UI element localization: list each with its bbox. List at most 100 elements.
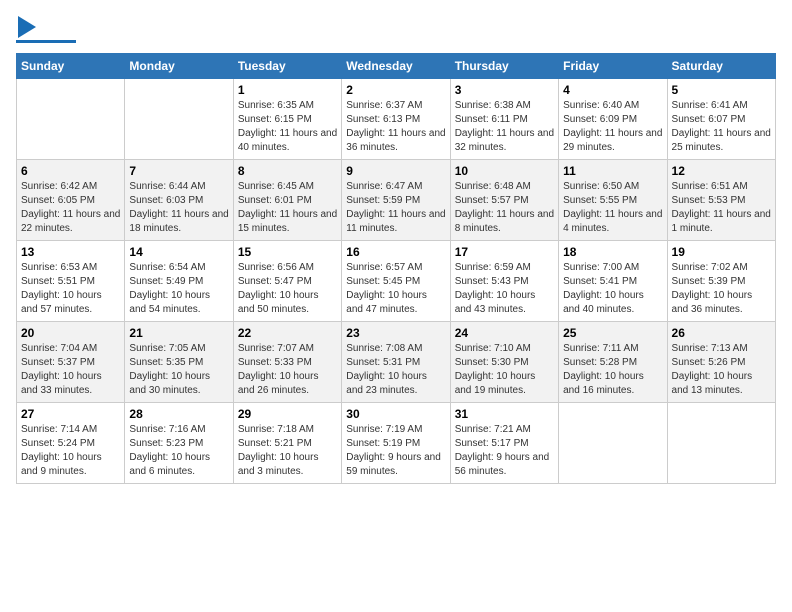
day-number: 19 (672, 245, 771, 259)
day-info: Sunrise: 7:19 AMSunset: 5:19 PMDaylight:… (346, 423, 445, 479)
calendar-cell: 19 Sunrise: 7:02 AMSunset: 5:39 PMDayligh… (667, 241, 775, 322)
calendar-cell: 22 Sunrise: 7:07 AMSunset: 5:33 PMDayligh… (233, 322, 341, 403)
day-info: Sunrise: 7:21 AMSunset: 5:17 PMDaylight:… (455, 423, 554, 479)
weekday-header-friday: Friday (559, 54, 667, 79)
calendar-cell: 16 Sunrise: 6:57 AMSunset: 5:45 PMDayligh… (342, 241, 450, 322)
calendar-cell: 15 Sunrise: 6:56 AMSunset: 5:47 PMDayligh… (233, 241, 341, 322)
calendar-cell: 7 Sunrise: 6:44 AMSunset: 6:03 PMDaylight… (125, 160, 233, 241)
day-number: 21 (129, 326, 228, 340)
day-number: 15 (238, 245, 337, 259)
day-number: 1 (238, 83, 337, 97)
calendar-cell: 30 Sunrise: 7:19 AMSunset: 5:19 PMDayligh… (342, 403, 450, 484)
day-number: 13 (21, 245, 120, 259)
day-number: 10 (455, 164, 554, 178)
day-number: 6 (21, 164, 120, 178)
day-info: Sunrise: 6:51 AMSunset: 5:53 PMDaylight:… (672, 180, 771, 236)
calendar-cell: 11 Sunrise: 6:50 AMSunset: 5:55 PMDayligh… (559, 160, 667, 241)
calendar-cell: 23 Sunrise: 7:08 AMSunset: 5:31 PMDayligh… (342, 322, 450, 403)
calendar-cell: 3 Sunrise: 6:38 AMSunset: 6:11 PMDaylight… (450, 79, 558, 160)
day-number: 22 (238, 326, 337, 340)
calendar-cell: 28 Sunrise: 7:16 AMSunset: 5:23 PMDayligh… (125, 403, 233, 484)
day-number: 27 (21, 407, 120, 421)
logo (16, 16, 76, 43)
weekday-header-monday: Monday (125, 54, 233, 79)
day-info: Sunrise: 7:02 AMSunset: 5:39 PMDaylight:… (672, 261, 771, 317)
day-info: Sunrise: 7:16 AMSunset: 5:23 PMDaylight:… (129, 423, 228, 479)
calendar-cell: 2 Sunrise: 6:37 AMSunset: 6:13 PMDaylight… (342, 79, 450, 160)
day-number: 31 (455, 407, 554, 421)
day-info: Sunrise: 7:08 AMSunset: 5:31 PMDaylight:… (346, 342, 445, 398)
calendar-row-3: 20 Sunrise: 7:04 AMSunset: 5:37 PMDayligh… (17, 322, 776, 403)
calendar-row-2: 13Sunrise: 6:53 AMSunset: 5:51 PMDayligh… (17, 241, 776, 322)
day-number: 28 (129, 407, 228, 421)
weekday-header-sunday: Sunday (17, 54, 125, 79)
calendar-cell: 13Sunrise: 6:53 AMSunset: 5:51 PMDayligh… (17, 241, 125, 322)
day-info: Sunrise: 6:44 AMSunset: 6:03 PMDaylight:… (129, 180, 228, 236)
calendar-cell: 27 Sunrise: 7:14 AMSunset: 5:24 PMDayligh… (17, 403, 125, 484)
day-info: Sunrise: 7:18 AMSunset: 5:21 PMDaylight:… (238, 423, 337, 479)
day-info: Sunrise: 6:48 AMSunset: 5:57 PMDaylight:… (455, 180, 554, 236)
day-number: 9 (346, 164, 445, 178)
calendar-table: SundayMondayTuesdayWednesdayThursdayFrid… (16, 53, 776, 484)
day-number: 26 (672, 326, 771, 340)
day-info: Sunrise: 6:41 AMSunset: 6:07 PMDaylight:… (672, 99, 771, 155)
calendar-cell: 25 Sunrise: 7:11 AMSunset: 5:28 PMDayligh… (559, 322, 667, 403)
calendar-cell: 6 Sunrise: 6:42 AMSunset: 6:05 PMDaylight… (17, 160, 125, 241)
day-info: Sunrise: 6:40 AMSunset: 6:09 PMDaylight:… (563, 99, 662, 155)
calendar-cell: 26 Sunrise: 7:13 AMSunset: 5:26 PMDayligh… (667, 322, 775, 403)
day-info: Sunrise: 6:50 AMSunset: 5:55 PMDaylight:… (563, 180, 662, 236)
day-info: Sunrise: 6:59 AMSunset: 5:43 PMDaylight:… (455, 261, 554, 317)
day-info: Sunrise: 6:38 AMSunset: 6:11 PMDaylight:… (455, 99, 554, 155)
logo-arrow-icon (18, 16, 36, 38)
calendar-cell: 1 Sunrise: 6:35 AMSunset: 6:15 PMDaylight… (233, 79, 341, 160)
day-number: 30 (346, 407, 445, 421)
day-number: 17 (455, 245, 554, 259)
day-info: Sunrise: 6:47 AMSunset: 5:59 PMDaylight:… (346, 180, 445, 236)
day-info: Sunrise: 7:04 AMSunset: 5:37 PMDaylight:… (21, 342, 120, 398)
day-info: Sunrise: 6:54 AMSunset: 5:49 PMDaylight:… (129, 261, 228, 317)
day-number: 18 (563, 245, 662, 259)
calendar-cell: 5 Sunrise: 6:41 AMSunset: 6:07 PMDaylight… (667, 79, 775, 160)
day-number: 16 (346, 245, 445, 259)
day-info: Sunrise: 7:07 AMSunset: 5:33 PMDaylight:… (238, 342, 337, 398)
day-number: 5 (672, 83, 771, 97)
logo-line (16, 40, 76, 43)
day-number: 2 (346, 83, 445, 97)
day-info: Sunrise: 7:10 AMSunset: 5:30 PMDaylight:… (455, 342, 554, 398)
day-number: 14 (129, 245, 228, 259)
calendar-cell: 24 Sunrise: 7:10 AMSunset: 5:30 PMDayligh… (450, 322, 558, 403)
page-header (16, 16, 776, 43)
day-number: 11 (563, 164, 662, 178)
day-number: 3 (455, 83, 554, 97)
day-info: Sunrise: 6:37 AMSunset: 6:13 PMDaylight:… (346, 99, 445, 155)
day-info: Sunrise: 6:42 AMSunset: 6:05 PMDaylight:… (21, 180, 120, 236)
day-number: 20 (21, 326, 120, 340)
day-info: Sunrise: 6:57 AMSunset: 5:45 PMDaylight:… (346, 261, 445, 317)
day-number: 24 (455, 326, 554, 340)
day-info: Sunrise: 7:14 AMSunset: 5:24 PMDaylight:… (21, 423, 120, 479)
day-info: Sunrise: 6:35 AMSunset: 6:15 PMDaylight:… (238, 99, 337, 155)
calendar-cell (125, 79, 233, 160)
calendar-cell: 31 Sunrise: 7:21 AMSunset: 5:17 PMDayligh… (450, 403, 558, 484)
calendar-cell: 21 Sunrise: 7:05 AMSunset: 5:35 PMDayligh… (125, 322, 233, 403)
calendar-cell: 10 Sunrise: 6:48 AMSunset: 5:57 PMDayligh… (450, 160, 558, 241)
day-number: 23 (346, 326, 445, 340)
calendar-cell: 8Sunrise: 6:45 AMSunset: 6:01 PMDaylight… (233, 160, 341, 241)
calendar-row-4: 27 Sunrise: 7:14 AMSunset: 5:24 PMDayligh… (17, 403, 776, 484)
weekday-header-row: SundayMondayTuesdayWednesdayThursdayFrid… (17, 54, 776, 79)
day-info: Sunrise: 7:13 AMSunset: 5:26 PMDaylight:… (672, 342, 771, 398)
calendar-cell: 14 Sunrise: 6:54 AMSunset: 5:49 PMDayligh… (125, 241, 233, 322)
day-info: Sunrise: 7:05 AMSunset: 5:35 PMDaylight:… (129, 342, 228, 398)
calendar-cell (667, 403, 775, 484)
calendar-cell: 12Sunrise: 6:51 AMSunset: 5:53 PMDayligh… (667, 160, 775, 241)
calendar-row-1: 6 Sunrise: 6:42 AMSunset: 6:05 PMDaylight… (17, 160, 776, 241)
calendar-cell: 29Sunrise: 7:18 AMSunset: 5:21 PMDayligh… (233, 403, 341, 484)
day-info: Sunrise: 7:11 AMSunset: 5:28 PMDaylight:… (563, 342, 662, 398)
day-number: 4 (563, 83, 662, 97)
calendar-cell: 17 Sunrise: 6:59 AMSunset: 5:43 PMDayligh… (450, 241, 558, 322)
calendar-cell: 4 Sunrise: 6:40 AMSunset: 6:09 PMDaylight… (559, 79, 667, 160)
day-number: 7 (129, 164, 228, 178)
calendar-cell: 9 Sunrise: 6:47 AMSunset: 5:59 PMDaylight… (342, 160, 450, 241)
day-info: Sunrise: 6:56 AMSunset: 5:47 PMDaylight:… (238, 261, 337, 317)
day-number: 25 (563, 326, 662, 340)
